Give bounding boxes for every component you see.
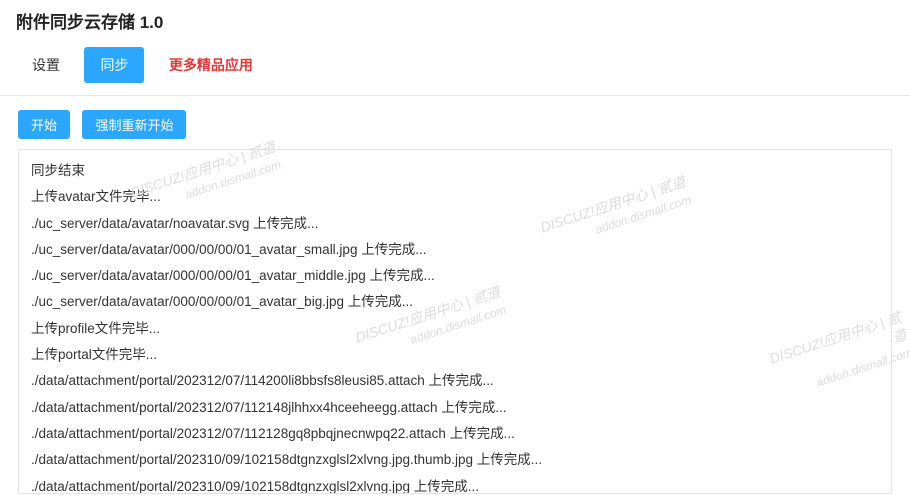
log-line: ./data/attachment/portal/202312/07/11214… <box>31 395 879 421</box>
log-panel: 同步结束 上传avatar文件完毕... ./uc_server/data/av… <box>18 149 892 494</box>
log-line: ./data/attachment/portal/202312/07/11212… <box>31 421 879 447</box>
log-line: ./uc_server/data/avatar/000/00/00/01_ava… <box>31 237 879 263</box>
log-line: 上传profile文件完毕... <box>31 316 879 342</box>
log-line: 上传portal文件完毕... <box>31 342 879 368</box>
action-bar: 开始 强制重新开始 <box>0 96 910 149</box>
tab-more-apps[interactable]: 更多精品应用 <box>153 47 269 83</box>
log-line: 同步结束 <box>31 158 879 184</box>
tabs-bar: 设置 同步 更多精品应用 <box>0 47 910 95</box>
log-line: ./data/attachment/portal/202312/07/11420… <box>31 368 879 394</box>
start-button[interactable]: 开始 <box>18 110 70 139</box>
tab-settings[interactable]: 设置 <box>16 47 76 83</box>
log-content[interactable]: 同步结束 上传avatar文件完毕... ./uc_server/data/av… <box>19 150 891 493</box>
log-line: ./data/attachment/portal/202310/09/10215… <box>31 447 879 473</box>
log-line: ./data/attachment/portal/202310/09/10215… <box>31 474 879 493</box>
log-line: ./uc_server/data/avatar/noavatar.svg 上传完… <box>31 211 879 237</box>
tab-sync[interactable]: 同步 <box>84 47 144 83</box>
log-line: 上传avatar文件完毕... <box>31 184 879 210</box>
log-line: ./uc_server/data/avatar/000/00/00/01_ava… <box>31 289 879 315</box>
log-line: ./uc_server/data/avatar/000/00/00/01_ava… <box>31 263 879 289</box>
force-restart-button[interactable]: 强制重新开始 <box>82 110 186 139</box>
page-title: 附件同步云存储 1.0 <box>0 0 910 47</box>
